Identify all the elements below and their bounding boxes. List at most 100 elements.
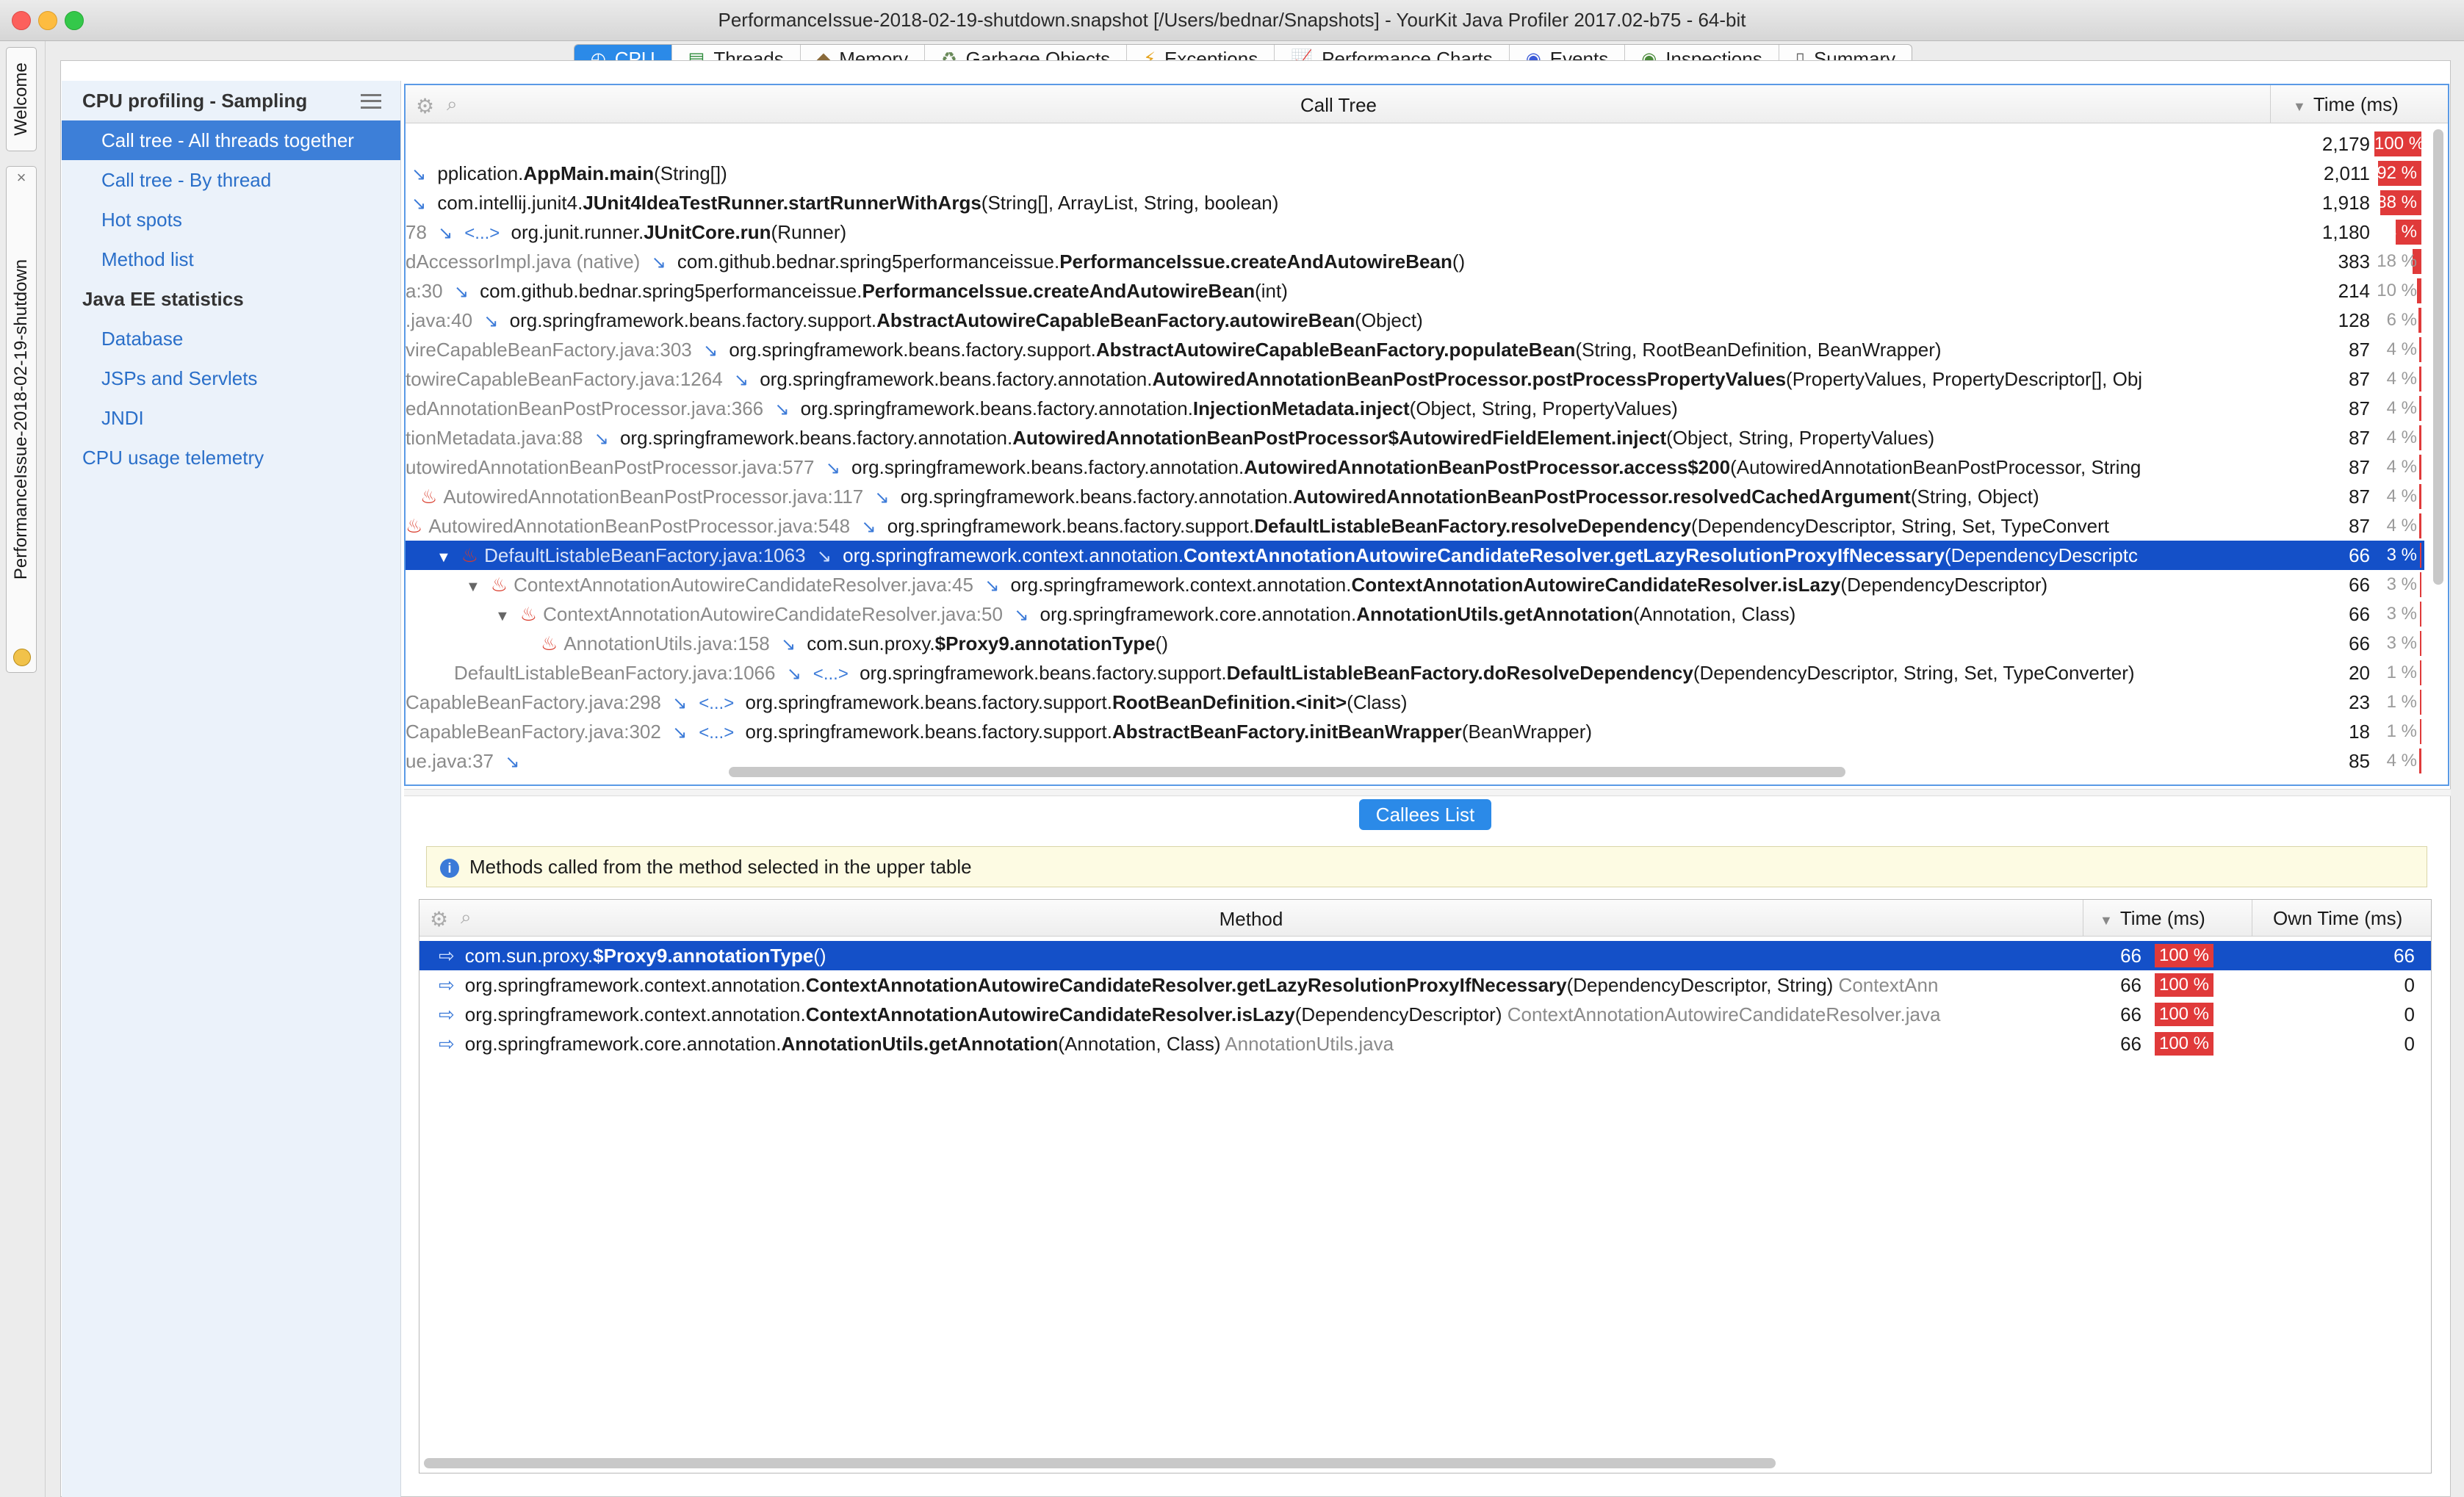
percent-label: 4 % (2386, 428, 2417, 447)
call-tree-row[interactable]: a:30 ↘ com.github.bednar.spring5performa… (406, 276, 2424, 306)
sidebar-item-call-tree-by-thread[interactable]: Call tree - By thread (62, 160, 400, 200)
callee-row[interactable]: ⇨ org.springframework.context.annotation.… (419, 1000, 2431, 1029)
expand-triangle-icon[interactable]: ▼ (495, 608, 510, 624)
callee-row[interactable]: ⇨ com.sun.proxy.$Proxy9.annotationType() 6… (419, 941, 2431, 970)
call-tree-row-text: ▼ ♨ ContextAnnotationAutowireCandidateReso… (466, 570, 2354, 602)
percent-bar: 4 % (2374, 455, 2421, 480)
call-tree-row[interactable]: ▼ ♨ DefaultListableBeanFactory.java:1063 ↘… (406, 541, 2424, 570)
method-args: (Annotation, Class) (1058, 1033, 1221, 1055)
own-time-column-header[interactable]: Own Time (ms) (2252, 900, 2431, 937)
call-tree-table[interactable]: ⚙ ⌕ Call Tree ▼ Time (ms) 2,179 100 % ↘ ppl… (404, 84, 2449, 786)
method-column-header[interactable]: Method (419, 908, 2083, 931)
call-tree-row[interactable]: tionMetadata.java:88 ↘ org.springframewo… (406, 423, 2424, 452)
call-tree-row-text: CapableBeanFactory.java:298 ↘ <...> org.s… (406, 688, 2294, 718)
call-tree-row[interactable]: CapableBeanFactory.java:298 ↘ <...> org.s… (406, 688, 2424, 717)
percent-label: 3 % (2386, 633, 2417, 653)
call-tree-row[interactable]: ↘ pplication.AppMain.main(String[]) 2,011… (406, 159, 2424, 188)
percent-fill (2419, 337, 2421, 362)
vertical-scrollbar[interactable] (2433, 129, 2443, 585)
collapsed-frames[interactable]: <...> (464, 223, 500, 243)
call-tree-row[interactable]: towireCapableBeanFactory.java:1264 ↘ org… (406, 364, 2424, 394)
call-tree-row[interactable]: ▼ ♨ ContextAnnotationAutowireCandidateReso… (406, 599, 2424, 629)
callees-table[interactable]: ⚙ ⌕ Method ▼ Time (ms) Own Time (ms) ⇨ com… (419, 899, 2432, 1473)
source-location: towireCapableBeanFactory.java:1264 (406, 368, 728, 390)
call-tree-row[interactable]: edAnnotationBeanPostProcessor.java:366 ↘… (406, 394, 2424, 423)
call-arrow-icon: ↘ (411, 194, 427, 214)
time-value: 2,179 (2321, 133, 2370, 155)
callee-method: ⇨ org.springframework.context.annotation.… (439, 970, 2075, 1000)
source-location: AutowiredAnnotationBeanPostProcessor.jav… (443, 486, 869, 508)
package-name: org.springframework.beans.factory.suppor… (740, 721, 1112, 743)
package-name: org.springframework.beans.factory.suppor… (882, 515, 1255, 537)
horizontal-scrollbar[interactable] (424, 1458, 1776, 1468)
method-args: () (813, 945, 826, 967)
sidebar-item-cpu-telemetry[interactable]: CPU usage telemetry (62, 438, 400, 477)
call-tree-row[interactable]: ▼ ♨ ContextAnnotationAutowireCandidateReso… (406, 570, 2424, 599)
sidebar-item-hot-spots[interactable]: Hot spots (62, 200, 400, 239)
method-name: AppMain.main (523, 162, 655, 184)
percent-bar: 4 % (2374, 513, 2421, 538)
expand-triangle-icon[interactable]: ▼ (466, 579, 480, 595)
percent-label: 4 % (2386, 369, 2417, 389)
percent-bar: 100 % (2155, 944, 2213, 967)
collapsed-frames[interactable]: <...> (699, 693, 734, 713)
package-name: org.springframework.beans.factory.suppor… (854, 662, 1227, 684)
sidebar-item-jndi[interactable]: JNDI (62, 398, 400, 438)
method-name: InjectionMetadata.inject (1192, 397, 1410, 419)
call-arrow-icon: ↘ (780, 635, 796, 654)
time-column-header[interactable]: ▼ Time (ms) (2270, 85, 2424, 123)
collapsed-frames[interactable]: <...> (813, 664, 849, 684)
horizontal-scrollbar[interactable] (729, 767, 1845, 777)
call-tree-row[interactable]: utowiredAnnotationBeanPostProcessor.java… (406, 452, 2424, 482)
call-tree-row[interactable]: .java:40 ↘ org.springframework.beans.fac… (406, 306, 2424, 335)
call-tree-row[interactable]: ↘ com.intellij.junit4.JUnit4IdeaTestRunn… (406, 188, 2424, 217)
java-ee-group: Java EE statistics (82, 288, 244, 310)
call-tree-row[interactable]: ♨ AutowiredAnnotationBeanPostProcessor.ja… (406, 482, 2424, 511)
package-name: org.junit.runner. (505, 221, 644, 243)
collapsed-frames[interactable]: <...> (699, 723, 734, 743)
call-tree-row[interactable]: 2,179 100 % (406, 129, 2424, 159)
split-divider[interactable] (404, 789, 2451, 796)
time-value: 23 (2349, 691, 2370, 713)
source-location: DefaultListableBeanFactory.java:1063 (484, 544, 811, 566)
snapshot-icon (13, 649, 31, 666)
callee-row[interactable]: ⇨ org.springframework.context.annotation.… (419, 970, 2431, 1000)
sidebar-item-jsps-servlets[interactable]: JSPs and Servlets (62, 358, 400, 398)
close-tab-icon[interactable]: × (7, 168, 36, 187)
call-tree-row[interactable]: CapableBeanFactory.java:302 ↘ <...> org.s… (406, 717, 2424, 746)
callee-row[interactable]: ⇨ org.springframework.core.annotation.Ann… (419, 1029, 2431, 1058)
call-tree-row[interactable]: ♨ AutowiredAnnotationBeanPostProcessor.ja… (406, 511, 2424, 541)
sidebar-item-method-list[interactable]: Method list (62, 239, 400, 279)
sidebar-item-database[interactable]: Database (62, 319, 400, 358)
time-value: 87 (2349, 427, 2370, 449)
call-tree-row[interactable]: DefaultListableBeanFactory.java:1066 ↘ <.… (406, 658, 2424, 688)
sidebar-item-call-tree-all[interactable]: Call tree - All threads together (62, 120, 400, 160)
time-column-header[interactable]: ▼ Time (ms) (2083, 900, 2252, 937)
method-name: AutowiredAnnotationBeanPostProcessor.pos… (1152, 368, 1787, 390)
snapshot-tab[interactable]: × PerformanceIssue-2018-02-19-shutdown (6, 166, 37, 673)
percent-fill (2420, 719, 2421, 744)
call-tree-row[interactable]: 78 ↘ <...> org.junit.runner.JUnitCore.run… (406, 217, 2424, 247)
call-tree-row[interactable]: dAccessorImpl.java (native) ↘ com.github… (406, 247, 2424, 276)
callees-rows: ⇨ com.sun.proxy.$Proxy9.annotationType() 6… (419, 941, 2431, 1058)
time-value: 2,011 (2323, 162, 2370, 184)
method-args: (DependencyDescriptor, String) (1566, 974, 1834, 996)
method-name: ContextAnnotationAutowireCandidateResolv… (1184, 544, 1945, 566)
package-name: com.github.bednar.spring5performanceissu… (474, 280, 862, 302)
welcome-tab[interactable]: Welcome (6, 47, 37, 151)
call-tree-row[interactable]: vireCapableBeanFactory.java:303 ↘ org.sp… (406, 335, 2424, 364)
percent-bar: 4 % (2374, 425, 2421, 450)
call-tree-row[interactable]: ♨ AnnotationUtils.java:158 ↘ com.sun.prox… (406, 629, 2424, 658)
callees-list-button[interactable]: Callees List (1359, 799, 1491, 830)
callees-header: ⚙ ⌕ Method ▼ Time (ms) Own Time (ms) (419, 900, 2431, 937)
source-file: AnnotationUtils.java (1220, 1033, 1394, 1055)
call-tree-row-text: utowiredAnnotationBeanPostProcessor.java… (406, 452, 2294, 483)
percent-label: 1 % (2386, 692, 2417, 712)
expand-triangle-icon[interactable]: ▼ (436, 549, 451, 566)
own-time-value: 66 (2393, 945, 2415, 967)
sort-desc-icon: ▼ (2293, 99, 2306, 114)
method-args: (Object, String, PropertyValues) (1409, 397, 1678, 419)
info-icon: i (440, 859, 459, 879)
call-arrow-icon: ↘ (505, 752, 520, 772)
menu-icon[interactable] (361, 94, 381, 109)
